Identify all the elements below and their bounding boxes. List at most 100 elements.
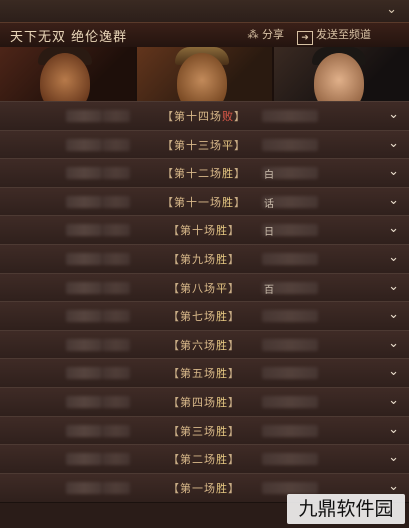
match-result: 胜 [222,167,234,181]
blurred-player-name [102,481,130,494]
blurred-player-name [66,367,102,380]
match-row[interactable]: 【第八场平】 百 ⌄ [0,272,409,303]
blurred-opponent [262,453,318,466]
match-label: 【第十二场胜】 [162,167,246,181]
blurred-player-name [66,481,102,494]
match-result: 胜 [216,424,228,438]
match-label: 【第十三场平】 [162,138,246,152]
opponent-name: 白 [264,170,274,182]
chevron-down-icon[interactable]: ⌄ [386,2,397,17]
match-row[interactable]: 【第二场胜】 ⌄ [0,444,409,475]
match-label: 【第十场胜】 [168,224,240,238]
match-label: 【第七场胜】 [168,310,240,324]
blurred-opponent [262,138,318,151]
opponent-name: 话 [264,198,274,210]
match-row[interactable]: 【第十二场胜】 白 ⌄ [0,158,409,189]
match-row[interactable]: 【第九场胜】 ⌄ [0,244,409,274]
blurred-opponent [262,110,318,122]
chevron-down-icon[interactable]: ⌄ [388,479,399,494]
chevron-down-icon[interactable]: ⌄ [388,136,399,151]
chevron-down-icon[interactable]: ⌄ [388,107,399,122]
match-result: 胜 [216,338,228,352]
blurred-player-name [66,396,102,408]
match-row[interactable]: 【第三场胜】 ⌄ [0,415,409,446]
chevron-down-icon[interactable]: ⌄ [388,336,399,351]
blurred-player-name [102,424,130,437]
chevron-down-icon[interactable]: ⌄ [388,450,399,465]
match-label: 【第六场胜】 [168,338,240,352]
blurred-opponent [262,367,318,380]
opponent-name: 百 [264,284,274,296]
chevron-down-icon[interactable]: ⌄ [388,164,399,179]
chevron-down-icon[interactable]: ⌄ [388,364,399,379]
match-row[interactable]: 【第四场胜】 ⌄ [0,387,409,417]
blurred-opponent [262,396,318,408]
share-button[interactable]: ⁂ 分享 [246,26,285,42]
match-result: 平 [222,138,234,152]
match-label: 【第十一场胜】 [162,195,246,209]
blurred-player-name [66,310,102,323]
watermark: 九鼎软件园 [287,494,405,524]
share-icon: ⁂ [247,28,259,41]
match-row[interactable]: 【第七场胜】 ⌄ [0,301,409,332]
hero-portrait-1 [0,47,137,101]
top-strip: ⌄ [0,0,409,23]
hero-portraits [0,47,409,101]
chevron-down-icon[interactable]: ⌄ [388,393,399,408]
blurred-player-name [66,424,102,437]
match-result: 胜 [216,224,228,238]
chevron-down-icon[interactable]: ⌄ [388,193,399,208]
match-result: 胜 [216,453,228,467]
opponent-name: 日 [264,227,274,239]
blurred-player-name [102,224,130,237]
blurred-player-name [102,281,130,294]
match-label: 【第九场胜】 [168,253,240,266]
blurred-player-name [102,310,130,323]
match-result: 平 [216,281,228,295]
chevron-down-icon[interactable]: ⌄ [388,279,399,294]
page-title: 天下无双 绝伦逸群 [10,30,128,45]
blurred-opponent [262,310,318,323]
blurred-player-name [66,453,102,466]
chevron-down-icon[interactable]: ⌄ [388,307,399,322]
chevron-down-icon[interactable]: ⌄ [388,250,399,265]
chevron-down-icon[interactable]: ⌄ [388,422,399,437]
blurred-player-name [102,338,130,351]
match-row[interactable]: 【第十一场胜】 话 ⌄ [0,186,409,217]
chevron-down-icon[interactable]: ⌄ [388,221,399,236]
match-result: 胜 [216,367,228,381]
match-row[interactable]: 【第十四场败】 ⌄ [0,101,409,131]
blurred-player-name [66,253,102,265]
hero-portrait-2 [137,47,274,101]
match-result: 胜 [216,253,228,266]
header-bar: 天下无双 绝伦逸群 ⁂ 分享 ➜ 发送至频道 [0,22,409,48]
match-row[interactable]: 【第十三场平】 ⌄ [0,129,409,160]
match-history-list: 【第十四场败】 ⌄ 【第十三场平】 ⌄ 【第十二场胜】白 ⌄ 【第十一场胜】话 ⌄ 【第十场胜】… [0,101,409,528]
send-channel-button[interactable]: ➜ 发送至频道 [297,26,371,45]
blurred-player-name [102,396,130,408]
match-label: 【第十四场败】 [162,110,246,123]
blurred-player-name [66,110,102,122]
match-row[interactable]: 【第六场胜】 ⌄ [0,329,409,360]
blurred-player-name [102,110,130,122]
blurred-player-name [102,367,130,380]
blurred-player-name [66,281,102,294]
match-row[interactable]: 【第五场胜】 ⌄ [0,358,409,389]
match-result: 胜 [216,396,228,409]
blurred-player-name [102,253,130,265]
match-label: 【第二场胜】 [168,453,240,467]
match-label: 【第八场平】 [168,281,240,295]
blurred-opponent [262,338,318,351]
blurred-player-name [66,138,102,151]
blurred-player-name [102,453,130,466]
blurred-player-name [102,195,130,208]
send-channel-icon: ➜ [297,31,313,45]
blurred-opponent [262,424,318,437]
blurred-player-name [102,167,130,180]
match-result: 败 [222,110,234,123]
hero-portrait-3 [274,47,409,101]
send-channel-label: 发送至频道 [316,28,371,41]
blurred-player-name [66,167,102,180]
share-label: 分享 [262,28,284,41]
match-row[interactable]: 【第十场胜】 日 ⌄ [0,215,409,246]
